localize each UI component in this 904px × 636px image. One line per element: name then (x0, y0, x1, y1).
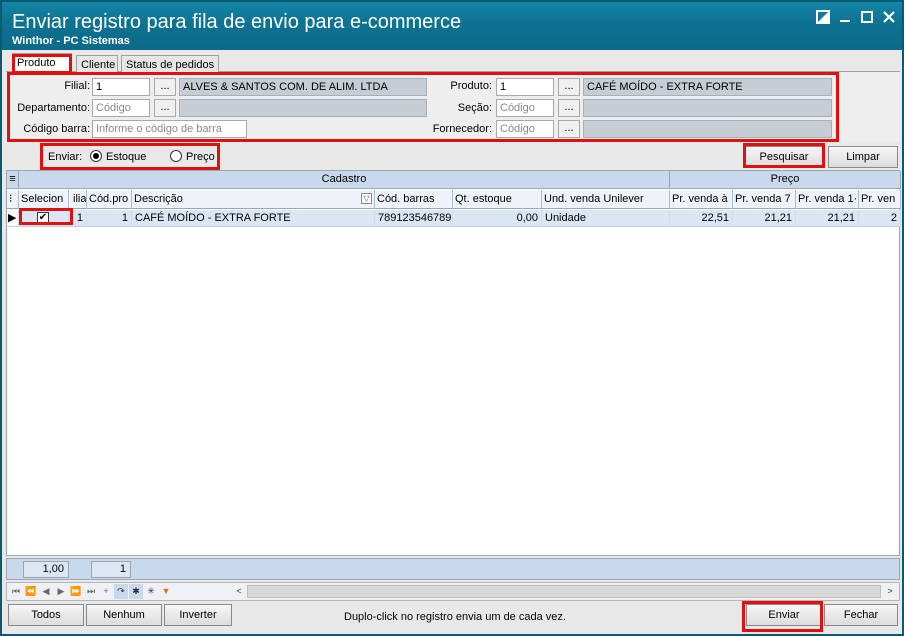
col-qt-estoque[interactable]: Qt. estoque (453, 190, 542, 209)
fechar-button[interactable]: Fechar (824, 604, 898, 626)
scroll-right-icon[interactable]: > (883, 584, 897, 599)
cell-pr-venda-1: 21,21 (796, 210, 859, 227)
nav-asterisk-icon[interactable]: ✱ (129, 584, 143, 599)
highlight-enviar-button (742, 601, 823, 632)
grid-footer: 1,00 1 (6, 558, 900, 580)
col-descricao[interactable]: Descrição (132, 190, 375, 209)
col-pr-venda-1[interactable]: Pr. venda 1· (796, 190, 859, 209)
maximize-icon[interactable] (858, 10, 876, 28)
limpar-button[interactable]: Limpar (828, 146, 898, 168)
nav-refresh-icon[interactable]: ↷ (114, 584, 128, 599)
inverter-button[interactable]: Inverter (164, 604, 232, 626)
horizontal-scrollbar[interactable] (247, 585, 881, 598)
nav-first-icon[interactable]: ⏮ (9, 584, 23, 599)
highlight-enviar (40, 143, 220, 170)
window-title: Enviar registro para fila de envio para … (12, 11, 462, 33)
highlight-tab-produto (12, 54, 72, 74)
nav-sparkle-icon[interactable]: ✳ (144, 584, 158, 599)
col-pr-venda-a[interactable]: Pr. venda à (670, 190, 733, 209)
col-selecionar[interactable]: Selecion (19, 190, 69, 209)
minimize-icon[interactable] (836, 10, 854, 28)
nav-last-icon[interactable]: ⏭ (84, 584, 98, 599)
highlight-filters (7, 72, 839, 142)
band-cadastro: Cadastro (19, 171, 670, 189)
product-grid: ≡ Cadastro Preço ⁝ Selecion ilia Cód.pro… (6, 170, 901, 556)
hint-text: Duplo-click no registro envia um de cada… (344, 611, 566, 623)
restore-icon[interactable] (814, 10, 832, 28)
cell-und-venda: Unidade (542, 210, 670, 227)
window-subtitle: Winthor - PC Sistemas (12, 35, 130, 47)
todos-button[interactable]: Todos (8, 604, 84, 626)
cell-pr-venda-x: 2 (859, 210, 901, 227)
band-preco: Preço (670, 171, 901, 189)
nav-prev-page-icon[interactable]: ⏪ (24, 584, 38, 599)
col-pr-venda-7[interactable]: Pr. venda 7 (733, 190, 796, 209)
col-codprod[interactable]: Cód.pro (87, 190, 132, 209)
grid-navigator: ⏮ ⏪ ◀ ▶ ⏩ ⏭ + ↷ ✱ ✳ ▼ < > (6, 582, 900, 601)
cell-cod-barras: 789123546789 (375, 210, 453, 227)
grid-menu-icon[interactable]: ≡ (7, 171, 19, 189)
tab-status-pedidos[interactable]: Status de pedidos (121, 55, 219, 73)
footer-sum-selecionar: 1,00 (23, 561, 69, 578)
cell-pr-venda-7: 21,21 (733, 210, 796, 227)
nav-insert-icon[interactable]: + (99, 584, 113, 599)
nav-next-page-icon[interactable]: ⏩ (69, 584, 83, 599)
col-und-venda[interactable]: Und. venda Unilever (542, 190, 670, 209)
cell-descricao: CAFÉ MOÍDO - EXTRA FORTE (132, 210, 375, 227)
main-window: Enviar registro para fila de envio para … (0, 0, 904, 636)
footer-count-codprod: 1 (91, 561, 131, 578)
col-filial[interactable]: ilia (69, 190, 87, 209)
title-bar: Enviar registro para fila de envio para … (2, 2, 902, 50)
nav-filter-icon[interactable]: ▼ (159, 584, 173, 599)
nenhum-button[interactable]: Nenhum (86, 604, 162, 626)
scroll-left-icon[interactable]: < (232, 584, 246, 599)
nav-prev-icon[interactable]: ◀ (39, 584, 53, 599)
row-indicator-header: ⁝ (7, 190, 19, 209)
nav-next-icon[interactable]: ▶ (54, 584, 68, 599)
highlight-checkbox (19, 208, 73, 225)
col-cod-barras[interactable]: Cód. barras (375, 190, 453, 209)
highlight-pesquisar (743, 143, 825, 168)
cell-pr-venda-a: 22,51 (670, 210, 733, 227)
cell-qt-estoque: 0,00 (453, 210, 542, 227)
row-pointer-icon: ▶ (7, 210, 19, 227)
filter-icon[interactable]: ▽ (361, 193, 372, 204)
cell-codprod: 1 (87, 210, 132, 227)
close-icon[interactable] (880, 10, 898, 28)
col-pr-venda-x[interactable]: Pr. ven (859, 190, 901, 209)
tab-cliente[interactable]: Cliente (76, 55, 118, 73)
tab-bar: Produto Cliente Status de pedidos (6, 52, 900, 73)
